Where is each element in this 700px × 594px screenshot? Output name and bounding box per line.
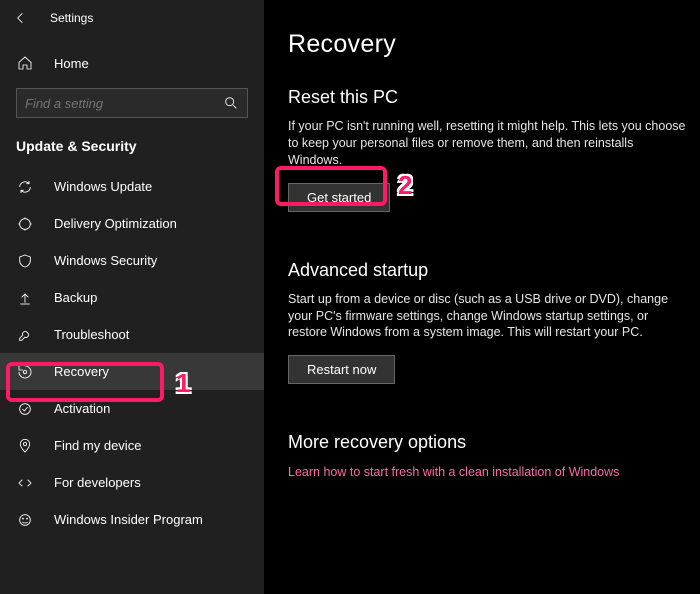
code-icon	[16, 474, 34, 491]
sidebar-item-recovery[interactable]: Recovery	[0, 353, 264, 390]
home-label: Home	[54, 56, 89, 71]
get-started-button[interactable]: Get started	[288, 183, 390, 212]
recovery-icon	[16, 363, 34, 380]
reset-description: If your PC isn't running well, resetting…	[288, 118, 688, 169]
nav-label: Backup	[54, 290, 97, 305]
back-button[interactable]	[6, 3, 36, 33]
nav-label: Troubleshoot	[54, 327, 129, 342]
sidebar-item-activation[interactable]: Activation	[0, 390, 264, 427]
sidebar-item-troubleshoot[interactable]: Troubleshoot	[0, 316, 264, 353]
shield-icon	[16, 252, 34, 269]
sidebar-section-title: Update & Security	[0, 130, 264, 168]
home-item[interactable]: Home	[0, 46, 264, 80]
nav-label: Recovery	[54, 364, 109, 379]
header-row: Settings	[0, 0, 264, 36]
nav-label: Find my device	[54, 438, 141, 453]
search-wrap	[0, 80, 264, 130]
backup-icon	[16, 289, 34, 306]
advanced-heading: Advanced startup	[288, 260, 700, 281]
reset-heading: Reset this PC	[288, 87, 700, 108]
main-content: Recovery Reset this PC If your PC isn't …	[264, 0, 700, 594]
nav-label: Windows Update	[54, 179, 152, 194]
restart-now-button[interactable]: Restart now	[288, 355, 395, 384]
search-input[interactable]	[25, 96, 205, 111]
arrow-left-icon	[13, 10, 29, 26]
sidebar-item-find-my-device[interactable]: Find my device	[0, 427, 264, 464]
app-title: Settings	[50, 11, 93, 25]
sidebar-item-windows-insider[interactable]: Windows Insider Program	[0, 501, 264, 538]
nav-label: Delivery Optimization	[54, 216, 177, 231]
sidebar-item-windows-security[interactable]: Windows Security	[0, 242, 264, 279]
search-icon	[223, 95, 239, 112]
wrench-icon	[16, 326, 34, 343]
sidebar-item-windows-update[interactable]: Windows Update	[0, 168, 264, 205]
home-icon	[16, 54, 34, 72]
sidebar: Settings Home Update & Security Windows …	[0, 0, 264, 594]
activation-icon	[16, 400, 34, 417]
sidebar-item-for-developers[interactable]: For developers	[0, 464, 264, 501]
clean-install-link[interactable]: Learn how to start fresh with a clean in…	[288, 465, 619, 479]
insider-icon	[16, 511, 34, 528]
page-title: Recovery	[288, 0, 700, 79]
nav-label: Activation	[54, 401, 110, 416]
annotation-number-2: 2	[398, 170, 412, 201]
advanced-description: Start up from a device or disc (such as …	[288, 291, 688, 342]
search-box[interactable]	[16, 88, 248, 118]
nav-label: Windows Insider Program	[54, 512, 203, 527]
sidebar-item-backup[interactable]: Backup	[0, 279, 264, 316]
more-options-heading: More recovery options	[288, 432, 700, 453]
nav-label: For developers	[54, 475, 141, 490]
location-icon	[16, 437, 34, 454]
nav-label: Windows Security	[54, 253, 157, 268]
sync-icon	[16, 178, 34, 195]
sidebar-item-delivery-optimization[interactable]: Delivery Optimization	[0, 205, 264, 242]
delivery-icon	[16, 215, 34, 232]
